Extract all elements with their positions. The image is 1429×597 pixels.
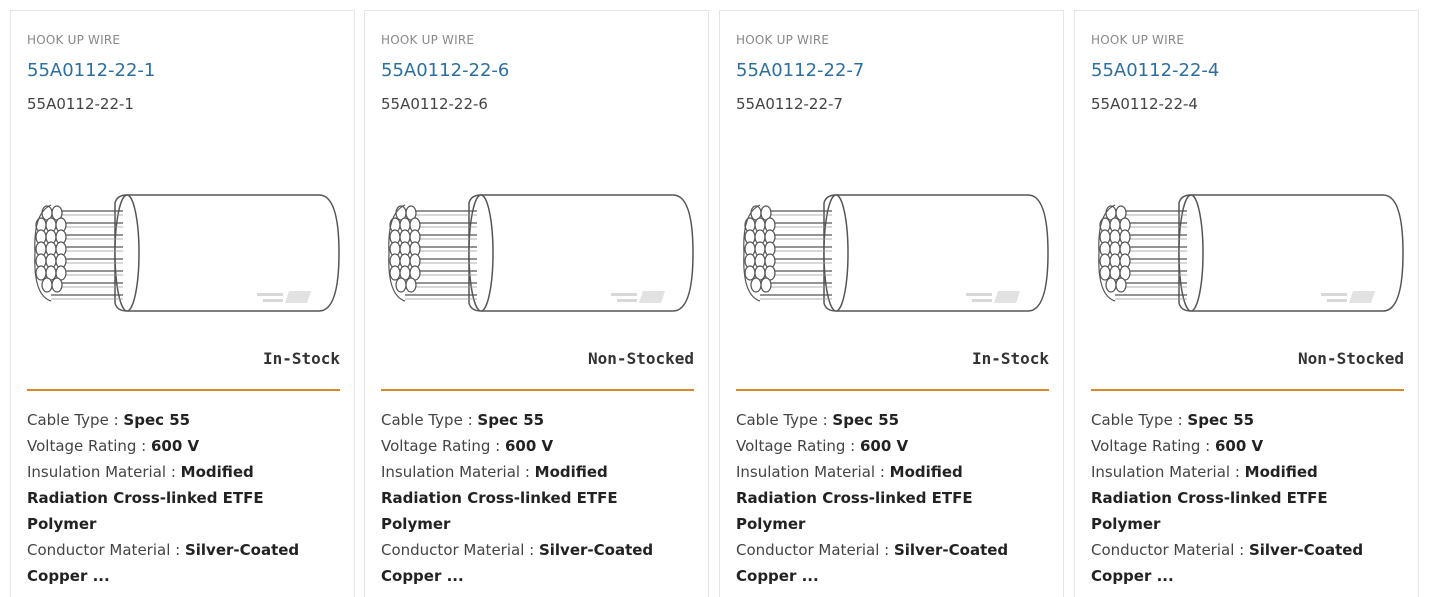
spec-row: Conductor Material : Silver-Coated Coppe… <box>1091 537 1391 589</box>
spec-separator: : <box>136 437 151 455</box>
divider <box>27 389 340 391</box>
spec-separator: : <box>170 541 185 559</box>
part-number-text: 55A0112-22-7 <box>736 95 843 113</box>
spec-row: Conductor Material : Silver-Coated Coppe… <box>381 537 681 589</box>
spec-value: 600 V <box>151 437 200 455</box>
spec-separator: : <box>879 541 894 559</box>
spec-label: Cable Type <box>381 411 463 429</box>
spec-row: Voltage Rating : 600 V <box>736 433 1036 459</box>
spec-list: Cable Type : Spec 55 Voltage Rating : 60… <box>1091 407 1391 589</box>
spec-separator: : <box>1234 541 1249 559</box>
spec-label: Cable Type <box>736 411 818 429</box>
spec-separator: : <box>462 411 478 429</box>
product-category: HOOK UP WIRE <box>27 33 121 47</box>
product-card[interactable]: HOOK UP WIRE 55A0112-22-4 55A0112-22-4 N… <box>1074 10 1419 597</box>
spec-label: Insulation Material <box>381 463 521 481</box>
part-number-text: 55A0112-22-4 <box>1091 95 1198 113</box>
spec-row: Conductor Material : Silver-Coated Coppe… <box>27 537 327 589</box>
stock-status: In-Stock <box>262 349 340 368</box>
wire-cable-icon[interactable] <box>27 183 341 325</box>
spec-row: Insulation Material : Modified Radiation… <box>381 459 681 537</box>
spec-separator: : <box>1230 463 1245 481</box>
spec-row: Insulation Material : Modified Radiation… <box>1091 459 1391 537</box>
spec-value: Spec 55 <box>477 411 545 429</box>
spec-separator: : <box>108 411 124 429</box>
spec-label: Voltage Rating <box>1091 437 1201 455</box>
spec-separator: : <box>817 411 833 429</box>
part-number-text: 55A0112-22-1 <box>27 95 134 113</box>
spec-list: Cable Type : Spec 55 Voltage Rating : 60… <box>27 407 327 589</box>
spec-separator: : <box>875 463 890 481</box>
divider <box>736 389 1049 391</box>
part-number-text: 55A0112-22-6 <box>381 95 488 113</box>
spec-value: Spec 55 <box>832 411 900 429</box>
spec-separator: : <box>845 437 860 455</box>
part-number-link[interactable]: 55A0112-22-6 <box>381 60 509 81</box>
product-category: HOOK UP WIRE <box>381 33 475 47</box>
part-number-link[interactable]: 55A0112-22-4 <box>1091 60 1219 81</box>
spec-label: Insulation Material <box>736 463 876 481</box>
spec-list: Cable Type : Spec 55 Voltage Rating : 60… <box>381 407 681 589</box>
part-number-link[interactable]: 55A0112-22-1 <box>27 60 155 81</box>
spec-value: Spec 55 <box>1187 411 1255 429</box>
spec-row: Cable Type : Spec 55 <box>27 407 327 433</box>
spec-row: Insulation Material : Modified Radiation… <box>736 459 1036 537</box>
spec-label: Cable Type <box>27 411 109 429</box>
spec-value: 600 V <box>505 437 554 455</box>
stock-status: In-Stock <box>971 349 1049 368</box>
spec-label: Conductor Material <box>381 541 525 559</box>
spec-label: Voltage Rating <box>736 437 846 455</box>
product-card[interactable]: HOOK UP WIRE 55A0112-22-7 55A0112-22-7 I… <box>719 10 1064 597</box>
product-grid: HOOK UP WIRE 55A0112-22-1 55A0112-22-1 I… <box>0 0 1429 597</box>
spec-row: Cable Type : Spec 55 <box>736 407 1036 433</box>
spec-label: Conductor Material <box>27 541 171 559</box>
spec-separator: : <box>490 437 505 455</box>
spec-separator: : <box>166 463 181 481</box>
spec-row: Conductor Material : Silver-Coated Coppe… <box>736 537 1036 589</box>
spec-label: Conductor Material <box>736 541 880 559</box>
divider <box>1091 389 1404 391</box>
stock-status: Non-Stocked <box>588 349 694 368</box>
divider <box>381 389 694 391</box>
spec-label: Voltage Rating <box>381 437 491 455</box>
spec-separator: : <box>520 463 535 481</box>
wire-cable-icon[interactable] <box>381 183 695 325</box>
wire-cable-icon[interactable] <box>1091 183 1405 325</box>
spec-row: Cable Type : Spec 55 <box>381 407 681 433</box>
spec-label: Insulation Material <box>1091 463 1231 481</box>
spec-label: Voltage Rating <box>27 437 137 455</box>
spec-separator: : <box>1172 411 1188 429</box>
spec-value: 600 V <box>860 437 909 455</box>
product-card[interactable]: HOOK UP WIRE 55A0112-22-6 55A0112-22-6 N… <box>364 10 709 597</box>
spec-row: Insulation Material : Modified Radiation… <box>27 459 327 537</box>
spec-row: Voltage Rating : 600 V <box>27 433 327 459</box>
product-category: HOOK UP WIRE <box>1091 33 1185 47</box>
stock-status: Non-Stocked <box>1298 349 1404 368</box>
spec-label: Insulation Material <box>27 463 167 481</box>
spec-row: Cable Type : Spec 55 <box>1091 407 1391 433</box>
wire-cable-icon[interactable] <box>736 183 1050 325</box>
spec-separator: : <box>524 541 539 559</box>
spec-row: Voltage Rating : 600 V <box>1091 433 1391 459</box>
product-category: HOOK UP WIRE <box>736 33 830 47</box>
spec-value: 600 V <box>1215 437 1264 455</box>
spec-list: Cable Type : Spec 55 Voltage Rating : 60… <box>736 407 1036 589</box>
product-card[interactable]: HOOK UP WIRE 55A0112-22-1 55A0112-22-1 I… <box>10 10 355 597</box>
spec-separator: : <box>1200 437 1215 455</box>
spec-value: Spec 55 <box>123 411 191 429</box>
spec-label: Cable Type <box>1091 411 1173 429</box>
spec-row: Voltage Rating : 600 V <box>381 433 681 459</box>
spec-label: Conductor Material <box>1091 541 1235 559</box>
part-number-link[interactable]: 55A0112-22-7 <box>736 60 864 81</box>
